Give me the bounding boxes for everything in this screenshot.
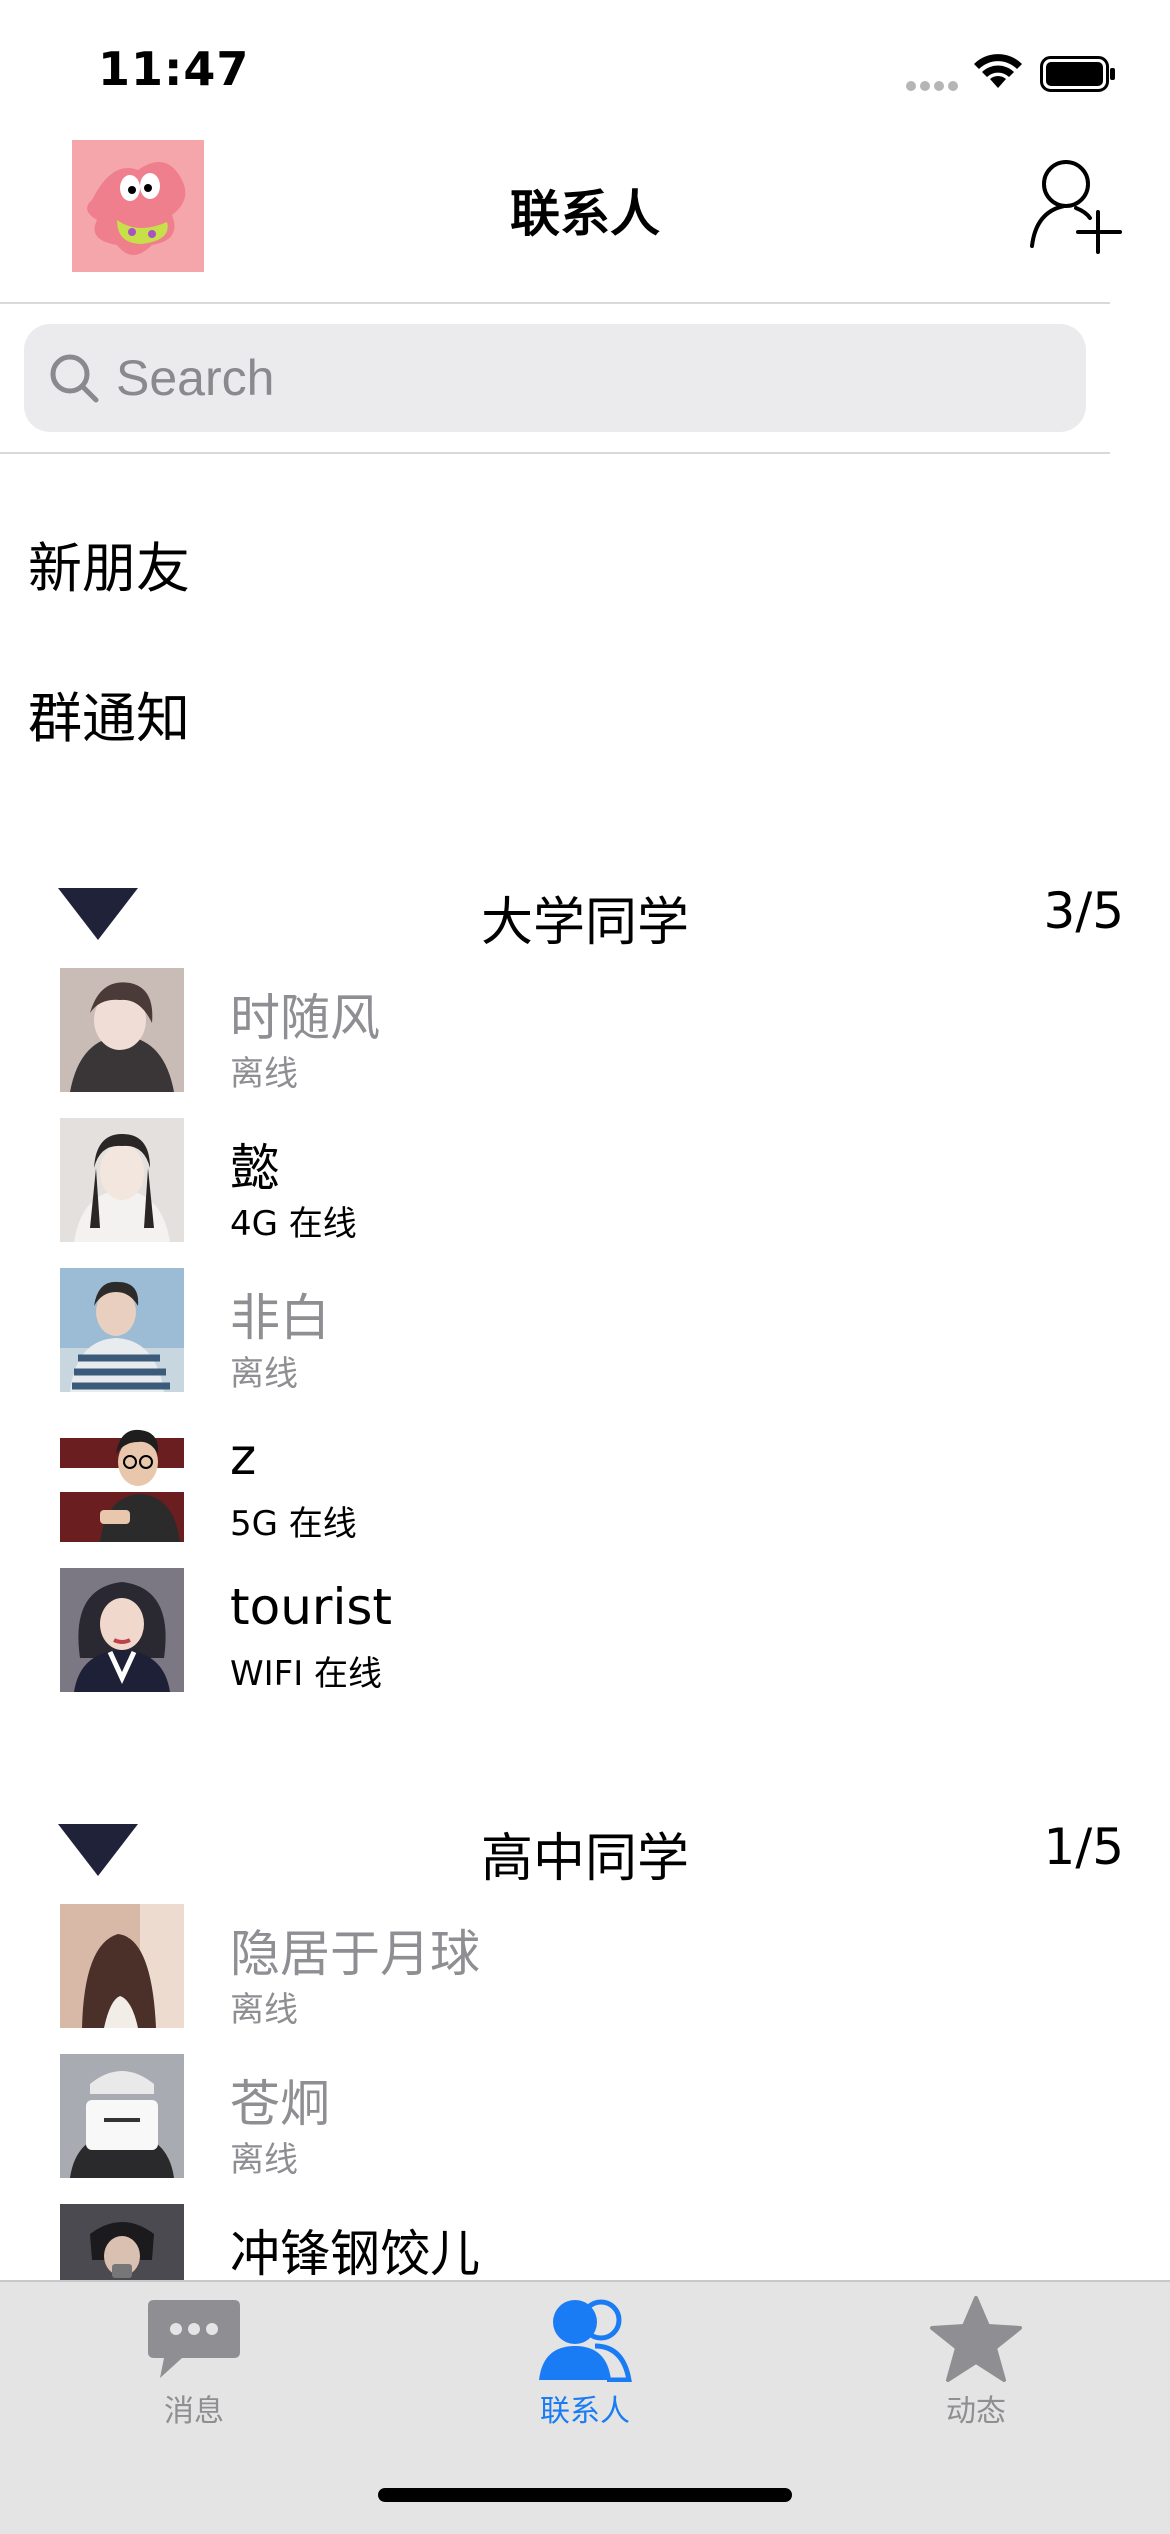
contact-name: 懿: [230, 1139, 280, 1197]
contact-row[interactable]: 时随风 离线: [0, 968, 1170, 1094]
contact-row[interactable]: z 5G 在线: [0, 1418, 1170, 1544]
contact-avatar: [60, 1268, 184, 1392]
contact-status: WIFI 在线: [230, 1654, 383, 1694]
contacts-icon: [539, 2299, 632, 2382]
tab-messages[interactable]: 消息: [94, 2296, 294, 2436]
status-bar: 11:47: [0, 0, 1170, 140]
nav-bar: 联系人: [0, 140, 1170, 304]
group-name: 大学同学: [480, 893, 689, 953]
group-notice-item[interactable]: 群通知: [28, 674, 190, 753]
contact-avatar: [60, 1418, 184, 1542]
contact-avatar: [60, 1568, 184, 1692]
add-friend-icon[interactable]: [1024, 154, 1124, 254]
contact-name: 冲锋钢饺儿: [230, 2225, 480, 2283]
contact-row[interactable]: 隐居于月球 离线: [0, 1904, 1170, 2030]
tab-label: 动态: [946, 2394, 1006, 2429]
search-input[interactable]: [116, 346, 1056, 410]
contact-row[interactable]: 非白 离线: [0, 1268, 1170, 1394]
tab-contacts[interactable]: 联系人: [485, 2296, 685, 2436]
contact-row[interactable]: tourist WIFI 在线: [0, 1568, 1170, 1694]
star-icon: [930, 2296, 1022, 2382]
contact-avatar: [60, 1118, 184, 1242]
search-icon: [50, 354, 99, 403]
contact-name: z: [230, 1428, 257, 1486]
contact-name: 时随风: [230, 989, 380, 1047]
cellular-signal-icon: [906, 81, 960, 91]
header-divider: [0, 302, 1110, 304]
group-header-university[interactable]: 大学同学 3/5: [0, 870, 1170, 953]
contact-status: 离线: [230, 1990, 298, 2030]
contact-name: 非白: [230, 1289, 330, 1347]
contact-status: 5G 在线: [230, 1504, 357, 1544]
tab-moments[interactable]: 动态: [876, 2296, 1076, 2436]
contact-avatar: [60, 1904, 184, 2028]
tab-label: 消息: [164, 2394, 224, 2429]
group-header-highschool[interactable]: 高中同学 1/5: [0, 1806, 1170, 1889]
group-online-count: 1/5: [1043, 1818, 1124, 1876]
contact-status: 4G 在线: [230, 1204, 357, 1244]
contact-avatar: [60, 2054, 184, 2178]
contact-row[interactable]: 懿 4G 在线: [0, 1118, 1170, 1244]
page-title: 联系人: [510, 185, 660, 243]
group-online-count: 3/5: [1043, 882, 1124, 940]
tab-label: 联系人: [540, 2394, 630, 2429]
battery-icon: [1040, 56, 1115, 92]
new-friends-item[interactable]: 新朋友: [28, 524, 190, 603]
status-time: 11:47: [98, 42, 250, 96]
contact-status: 离线: [230, 1054, 298, 1094]
group-name: 高中同学: [480, 1829, 689, 1889]
contact-name: 苍炯: [230, 2075, 330, 2133]
search-divider: [0, 452, 1110, 454]
contact-name: tourist: [230, 1578, 392, 1636]
wifi-icon: [974, 54, 1022, 88]
contact-status: 离线: [230, 1354, 298, 1394]
contact-status: 离线: [230, 2140, 298, 2180]
contact-row[interactable]: 苍炯 离线: [0, 2054, 1170, 2180]
contact-name: 隐居于月球: [230, 1925, 480, 1983]
search-bar[interactable]: [24, 324, 1086, 432]
home-indicator[interactable]: [378, 2488, 792, 2502]
chat-bubble-icon: [148, 2300, 240, 2378]
contact-avatar: [60, 968, 184, 1092]
